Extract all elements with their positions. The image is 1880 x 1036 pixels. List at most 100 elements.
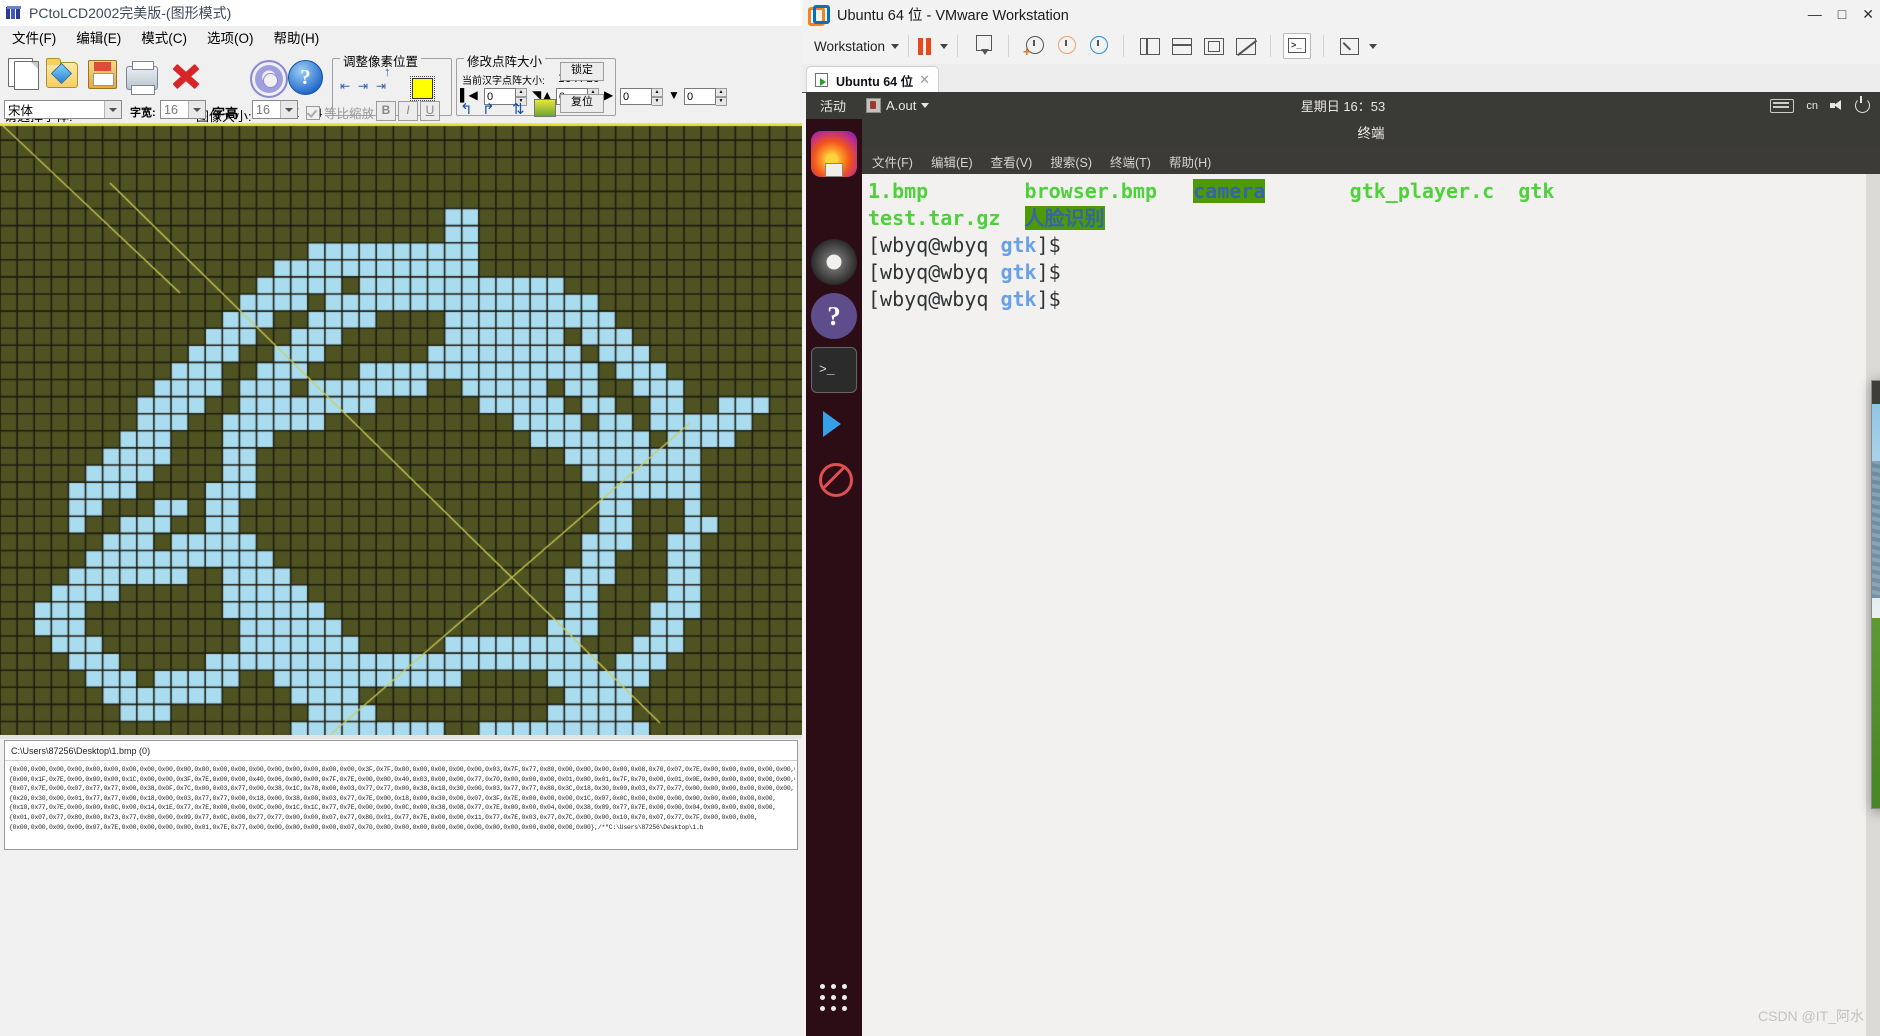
csdn-watermark: CSDN @IT_阿水 <box>1758 1008 1864 1024</box>
font-height-select[interactable]: 16 <box>252 100 298 119</box>
terminal-output[interactable]: 1.bmp browser.bmp camera gtk_player.c gt… <box>862 174 1880 1036</box>
italic-button[interactable]: I <box>398 101 418 121</box>
terminal-line: [wbyq@wbyq gtk]$ <box>868 232 1880 259</box>
rotate-right-icon[interactable]: ↱ <box>482 100 495 118</box>
dot-size-input-bottom <box>684 88 716 105</box>
chevron-down-icon[interactable] <box>188 101 205 118</box>
terminal-token: 1.bmp <box>868 179 929 203</box>
code-line: {0x10,0x77,0x7E,0x00,0x00,0x0C,0x00,0x14… <box>9 804 776 812</box>
dock-item-rhythmbox[interactable] <box>811 239 857 285</box>
terminal-menu-search[interactable]: 搜索(S) <box>1050 152 1092 171</box>
code-output-pane[interactable]: C:\Users\87256\Desktop\1.bmp (0) {0x00,0… <box>4 740 798 850</box>
keyboard-icon <box>1770 98 1795 113</box>
toolbar-separator <box>1008 35 1010 57</box>
input-method-label[interactable]: cn <box>1806 100 1818 112</box>
minimize-button[interactable]: — <box>1808 6 1822 22</box>
dock-item-terminal[interactable]: >_ <box>811 347 857 393</box>
window-controls: — □ ✕ <box>1808 0 1874 28</box>
canvas-horizontal-scrollbar[interactable] <box>0 735 802 739</box>
vmware-tab-strip: Ubuntu 64 位 ✕ <box>802 64 1880 93</box>
font-width-select[interactable]: 16 <box>160 100 206 119</box>
pause-vm-button[interactable] <box>918 37 932 55</box>
clock[interactable]: 星期日 16：53 <box>806 96 1880 115</box>
bold-button[interactable]: B <box>376 101 396 121</box>
worldcup-app-window[interactable]: 卡塔尔世界杯 − ✕ <box>1871 380 1880 809</box>
terminal-menu-help[interactable]: 帮助(H) <box>1169 152 1211 171</box>
keep-aspect-checkbox[interactable]: 等比缩放 <box>306 103 374 122</box>
chevron-down-icon <box>891 43 900 49</box>
show-left-pane-icon[interactable] <box>1136 34 1162 58</box>
workstation-menu-button[interactable]: Workstation <box>802 39 900 54</box>
terminal-token: [wbyq@wbyq <box>868 260 1001 284</box>
move-right-icon[interactable]: ⇥ <box>376 80 386 92</box>
dot-size-spin-right[interactable]: ▲▼ <box>620 88 663 106</box>
reset-button[interactable]: 复位 <box>560 94 604 113</box>
checkbox-box[interactable] <box>306 105 320 120</box>
font-select[interactable]: 宋体 <box>4 100 122 119</box>
chevron-down-icon[interactable] <box>940 43 949 49</box>
code-source-path: C:\Users\87256\Desktop\1.bmp (0) <box>5 741 797 761</box>
system-tray[interactable]: cn <box>1770 96 1870 113</box>
revert-snapshot-icon[interactable] <box>1053 34 1079 58</box>
underline-button[interactable]: U <box>420 101 440 121</box>
flip-vertical-icon[interactable]: ⇅ <box>512 100 525 118</box>
menu-options[interactable]: 选项(O) <box>207 27 254 47</box>
move-left-icon[interactable]: ⇤ <box>340 80 350 92</box>
ubuntu-top-bar: 活动 A.out 星期日 16：53 cn <box>806 92 1880 119</box>
terminal-token: ]$ <box>1036 287 1061 311</box>
ubuntu-guest-screen[interactable]: 活动 A.out 星期日 16：53 cn ? >_ 终端 文件(F) 编辑(E… <box>806 92 1880 1036</box>
terminal-token: ]$ <box>1036 260 1061 284</box>
terminal-menu-view[interactable]: 查看(V) <box>991 152 1033 171</box>
code-line: {0x01,0x07,0x77,0x80,0x00,0x73,0x77,0x80… <box>9 813 758 821</box>
unity-mode-icon[interactable] <box>1232 34 1258 58</box>
maximize-button[interactable]: □ <box>1838 6 1846 22</box>
lock-button[interactable]: 锁定 <box>560 62 604 81</box>
console-view-icon[interactable]: >_ <box>1283 33 1312 59</box>
show-bottom-pane-icon[interactable] <box>1168 34 1194 58</box>
close-button[interactable]: ✕ <box>1862 6 1874 23</box>
terminal-title: 终端 <box>862 119 1880 148</box>
terminal-window[interactable]: 终端 文件(F) 编辑(E) 查看(V) 搜索(S) 终端(T) 帮助(H) 1… <box>862 119 1880 1036</box>
chevron-down-icon[interactable] <box>1369 43 1378 49</box>
font-select-value: 宋体 <box>8 104 34 118</box>
menu-mode[interactable]: 模式(C) <box>141 27 187 47</box>
fullscreen-icon[interactable] <box>1200 34 1226 58</box>
menu-help[interactable]: 帮助(H) <box>274 27 320 47</box>
chevron-down-icon[interactable] <box>104 101 121 118</box>
stretch-view-icon[interactable] <box>1336 34 1362 58</box>
invert-colors-icon[interactable] <box>534 99 556 117</box>
print-icon[interactable] <box>126 61 160 96</box>
take-snapshot-icon[interactable]: + <box>1021 34 1047 58</box>
terminal-menu-edit[interactable]: 编辑(E) <box>931 152 973 171</box>
tab-ubuntu-64[interactable]: Ubuntu 64 位 ✕ <box>806 66 939 93</box>
terminal-menu-terminal[interactable]: 终端(T) <box>1110 152 1151 171</box>
save-icon[interactable] <box>88 60 118 90</box>
pixel-selection-box[interactable] <box>410 76 435 101</box>
chevron-down-icon[interactable] <box>280 101 297 118</box>
send-ctrl-alt-del-icon[interactable] <box>970 34 996 58</box>
menu-edit[interactable]: 编辑(E) <box>76 27 121 47</box>
code-line: {0x00,0x00,0x00,0x00,0x00,0x00,0x00,0x00… <box>9 766 795 773</box>
new-file-icon[interactable] <box>8 58 40 90</box>
terminal-token: [wbyq@wbyq <box>868 287 1001 311</box>
terminal-token: [wbyq@wbyq <box>868 233 1001 257</box>
rotate-left-icon[interactable]: ↰ <box>460 100 473 118</box>
volume-icon[interactable] <box>1830 99 1843 112</box>
toolbar-separator <box>1323 35 1325 57</box>
dot-size-spin-bottom[interactable]: ▲▼ <box>684 88 727 106</box>
open-image-icon[interactable] <box>46 58 80 92</box>
bitmap-canvas[interactable] <box>0 123 802 735</box>
snapshot-manager-icon[interactable] <box>1085 34 1111 58</box>
align-icon[interactable]: ⇥ <box>358 80 368 92</box>
terminal-menu-file[interactable]: 文件(F) <box>872 152 913 171</box>
move-up-icon[interactable]: ↑ <box>384 65 391 78</box>
menu-file[interactable]: 文件(F) <box>12 27 56 47</box>
dock-item-help[interactable]: ? <box>811 293 857 339</box>
tab-close-icon[interactable]: ✕ <box>919 72 930 88</box>
bitmap-pixel-grid[interactable] <box>0 123 802 735</box>
show-applications-icon[interactable] <box>820 984 848 1012</box>
terminal-token: gtk <box>1000 260 1037 284</box>
power-icon[interactable] <box>1855 96 1870 113</box>
